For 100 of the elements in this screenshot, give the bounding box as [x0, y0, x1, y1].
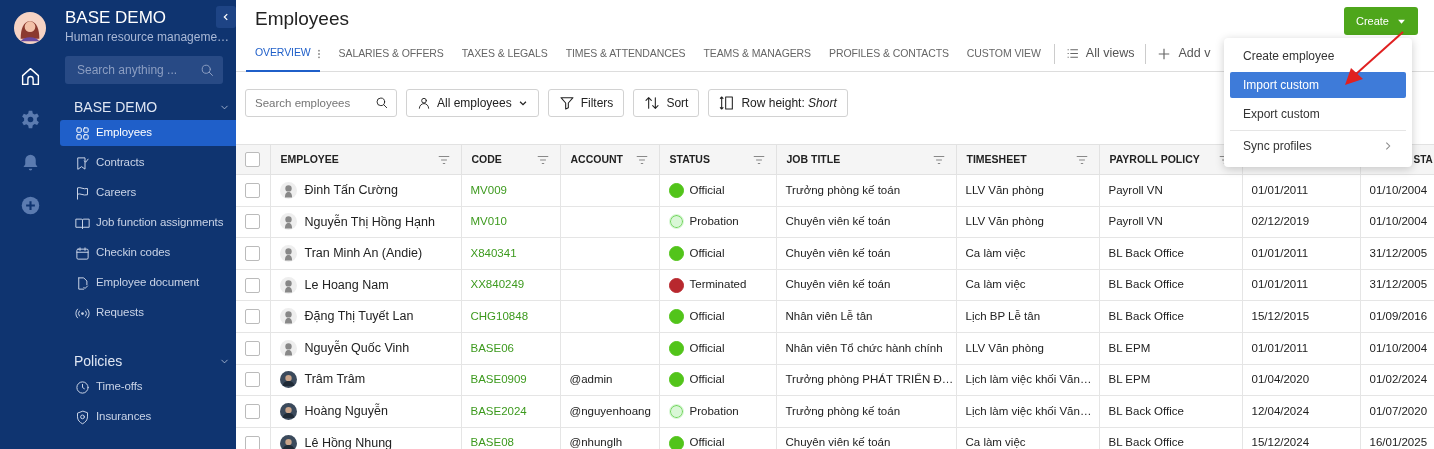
employee-code: BASE2024 [470, 404, 527, 417]
date-text: 15/12/2015 [1251, 310, 1310, 323]
account-name: @nhunglh [569, 436, 623, 449]
employee-code: X840341 [470, 246, 517, 259]
app-subtitle: Human resource manageme… [65, 29, 230, 46]
tab[interactable]: TEAMS & MANAGERS [694, 35, 820, 72]
date-text: 01/02/2024 [1369, 373, 1428, 386]
tab[interactable]: CUSTOM VIEW [957, 35, 1050, 72]
sidebar-item[interactable]: Employees [60, 120, 236, 146]
timesheet-name: LLV Văn phòng [965, 341, 1044, 354]
job-title: Chuyên viên kế toán [785, 215, 891, 228]
date-text: 01/09/2016 [1369, 310, 1428, 323]
section-title[interactable]: BASE DEMO [74, 96, 158, 118]
payroll-policy: BL EPM [1108, 341, 1151, 354]
filters-button[interactable]: Filters [547, 89, 625, 117]
status-label: Official [689, 372, 725, 388]
employee-code: MV010 [470, 215, 507, 228]
page-title: Employees [254, 7, 350, 31]
date-text: 12/04/2024 [1251, 404, 1310, 417]
menu-item[interactable]: Import custom [1230, 72, 1406, 98]
employee-code: BASE06 [470, 341, 514, 354]
menu-item[interactable]: Sync profiles [1230, 133, 1406, 159]
date-text: 02/12/2019 [1251, 215, 1310, 228]
add-view-button[interactable]: Add v [1150, 44, 1218, 63]
job-title: Chuyên viên kế toán [785, 436, 891, 449]
payroll-policy: BL Back Office [1108, 436, 1184, 449]
section-title[interactable]: Policies [74, 350, 123, 372]
timesheet-name: Lịch làm việc khối Văn… [965, 404, 1092, 417]
tab[interactable]: PROFILES & CONTACTS [820, 35, 958, 72]
timesheet-name: Lịch làm việc khối Văn… [965, 373, 1092, 386]
job-title: Nhân viên Lễ tân [785, 310, 873, 323]
search-field[interactable]: Search anything ... [65, 56, 223, 84]
sort-button[interactable]: Sort [633, 89, 700, 117]
status-label: Probation [689, 214, 739, 230]
date-text: 01/07/2020 [1369, 404, 1428, 417]
date-text: 01/01/2011 [1251, 278, 1309, 291]
search-field[interactable]: Search employees [245, 89, 397, 117]
employee-code: BASE0909 [470, 373, 527, 386]
payroll-policy: BL Back Office [1108, 278, 1184, 291]
date-text: 01/01/2011 [1251, 246, 1309, 259]
employee-filter-dropdown[interactable]: All employees [406, 89, 539, 117]
date-text: 15/12/2024 [1251, 436, 1310, 449]
column-header[interactable]: CODE [471, 151, 502, 168]
status-label: Official [689, 340, 725, 356]
date-text: 16/01/2025 [1369, 436, 1428, 449]
job-title: Trưởng phòng kế toán [785, 404, 901, 417]
tab[interactable]: TAXES & LEGALS [452, 35, 557, 72]
all-views-button[interactable]: All views [1058, 44, 1142, 63]
account-name: @nguyenhoang [569, 404, 651, 417]
payroll-policy: BL EPM [1108, 373, 1151, 386]
employee-code: BASE08 [470, 436, 514, 449]
timesheet-name: Ca làm việc [965, 436, 1026, 449]
timesheet-name: Ca làm việc [965, 246, 1026, 259]
employee-code: XX840249 [470, 278, 525, 291]
job-title: Trưởng phòng PHÁT TRIỂN Đ… [785, 373, 954, 386]
payroll-policy: BL Back Office [1108, 310, 1184, 323]
timesheet-name: Lịch BP Lễ tân [965, 310, 1041, 323]
job-title: Chuyên viên kế toán [785, 246, 891, 259]
date-text: 31/12/2005 [1369, 278, 1428, 291]
sidebar-item[interactable]: Job function assignments [60, 210, 236, 236]
account-name: @admin [569, 373, 613, 386]
status-label: Official [689, 435, 725, 449]
date-text: 01/04/2020 [1251, 373, 1310, 386]
sidebar-item[interactable]: Requests [60, 300, 236, 326]
payroll-policy: Payroll VN [1108, 215, 1163, 228]
column-header[interactable]: EMPLOYEE [280, 151, 339, 168]
sidebar-item[interactable]: Checkin codes [60, 240, 236, 266]
payroll-policy: BL Back Office [1108, 404, 1184, 417]
payroll-policy: BL Back Office [1108, 246, 1184, 259]
sidebar-item[interactable]: Contracts [60, 150, 236, 176]
sidebar-item[interactable]: Insurances [60, 404, 236, 430]
status-label: Official [689, 182, 725, 198]
menu-item[interactable]: Export custom [1230, 101, 1406, 127]
date-text: 01/10/2004 [1369, 341, 1428, 354]
column-header[interactable]: STATUS [669, 151, 710, 168]
status-label: Official [689, 309, 725, 325]
date-text: 01/10/2004 [1369, 183, 1428, 196]
app-title: BASE DEMO [65, 8, 167, 28]
column-header[interactable]: JOB TITLE [786, 151, 841, 168]
sidebar-item[interactable]: Careers [60, 180, 236, 206]
timesheet-name: LLV Văn phòng [965, 183, 1044, 196]
column-header[interactable]: STA [1413, 152, 1433, 167]
payroll-policy: Payroll VN [1108, 183, 1163, 196]
date-text: 31/12/2005 [1369, 246, 1428, 259]
job-title: Nhân viên Tổ chức hành chính [785, 341, 943, 354]
sidebar-item[interactable]: Time-offs [60, 374, 236, 400]
employee-code: MV009 [470, 183, 507, 196]
employee-code: CHG10848 [470, 310, 529, 323]
tab[interactable]: SALARIES & OFFERS [329, 35, 453, 72]
menu-item[interactable]: Create employee [1230, 43, 1406, 69]
date-text: 01/01/2011 [1251, 341, 1309, 354]
date-text: 01/10/2004 [1369, 215, 1428, 228]
job-title: Chuyên viên kế toán [785, 278, 891, 291]
timesheet-name: Ca làm việc [965, 278, 1026, 291]
row-height-button[interactable]: Row height: Short [708, 89, 848, 117]
date-text: 01/01/2011 [1251, 183, 1309, 196]
tab[interactable]: OVERVIEW [246, 35, 320, 72]
tab[interactable]: TIMES & ATTENDANCES [556, 35, 695, 72]
sidebar-item[interactable]: Employee document [60, 270, 236, 296]
timesheet-name: LLV Văn phòng [965, 215, 1044, 228]
